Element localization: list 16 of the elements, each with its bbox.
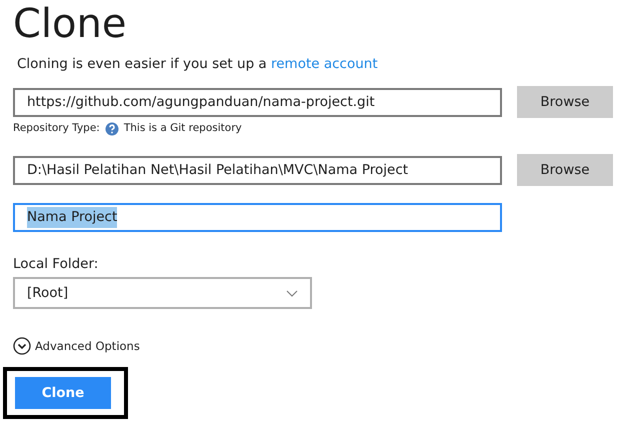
repository-url-field[interactable]: https://github.com/agungpanduan/nama-project.git [13, 88, 502, 117]
subtitle-text: Cloning is even easier if you set up a remote account [17, 55, 379, 74]
chevron-down-icon [286, 290, 298, 297]
browse-button[interactable]: Browse [517, 86, 613, 118]
name-field[interactable]: Nama Project [13, 203, 502, 232]
local-folder-label: Local Folder: [13, 255, 100, 274]
repository-type-label: Repository Type: [13, 121, 100, 136]
help-icon [104, 122, 119, 136]
advanced-options-toggle[interactable]: Advanced Options [35, 338, 140, 355]
local-path-field[interactable]: D:\Hasil Pelatihan Net\Hasil Pelatihan\MVC\Nama Project [13, 156, 502, 184]
repository-type-value: This is a Git repository [124, 121, 242, 136]
expand-icon[interactable] [13, 337, 31, 356]
local-folder-dropdown[interactable]: [Root] [13, 277, 312, 310]
remote-account-link[interactable]: remote account [271, 56, 378, 72]
browse-button[interactable]: Browse [517, 154, 613, 186]
page-title: Clone [13, 0, 128, 48]
